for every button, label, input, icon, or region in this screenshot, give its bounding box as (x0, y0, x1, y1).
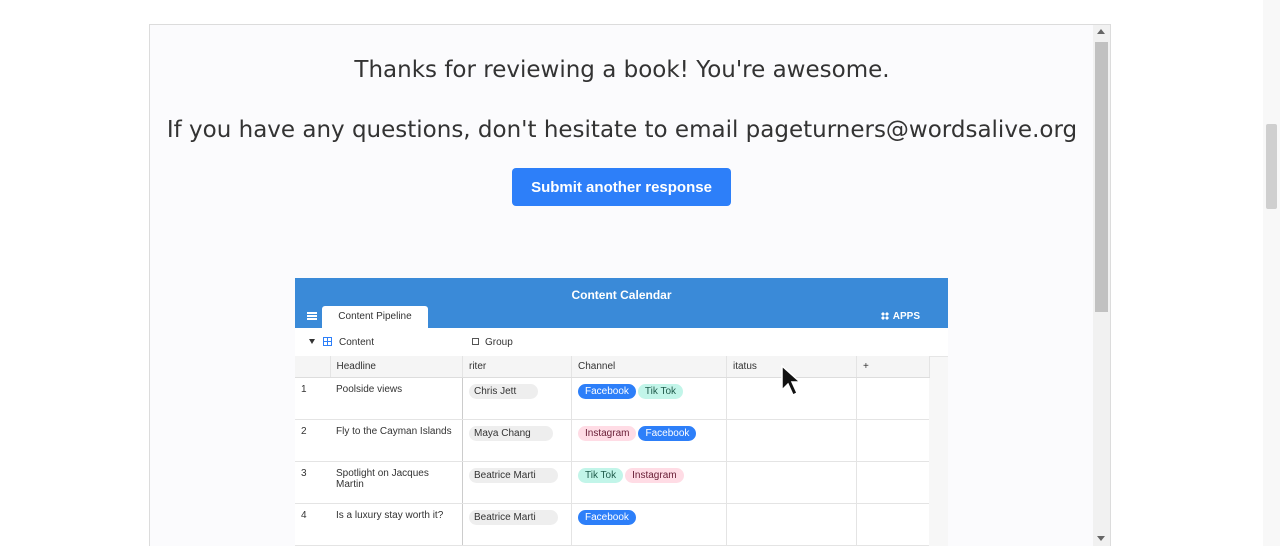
headline-cell: Spotlight on Jacques Martin (330, 461, 463, 504)
tab-content-pipeline: Content Pipeline (322, 306, 428, 328)
channel-cell: Instagram Facebook (571, 419, 727, 462)
content-calendar-preview: Content Calendar Content Pipeline APPS C… (295, 278, 948, 546)
mouse-cursor-icon (781, 364, 802, 397)
channel-pill: Facebook (578, 384, 636, 399)
view-name: Content (339, 337, 375, 348)
calendar-header: Content Calendar Content Pipeline APPS (295, 278, 948, 328)
column-header-channel: Channel (571, 356, 727, 378)
channel-pill: Tik Tok (637, 384, 684, 399)
group-label: Group (485, 337, 513, 348)
channel-pill: Tik Tok (578, 468, 624, 483)
table-row: 3 Spotlight on Jacques Martin Beatrice M… (295, 461, 929, 504)
column-header-headline: Headline (330, 356, 463, 378)
caret-down-icon (309, 339, 315, 344)
writer-pill: Chris Jett (469, 384, 539, 399)
row-number-header (295, 356, 331, 378)
writer-cell: Beatrice Marti (462, 503, 572, 546)
row-number: 4 (295, 503, 330, 546)
empty-cell (856, 503, 929, 546)
scrollbar-thumb[interactable] (1095, 42, 1108, 312)
writer-pill: Beatrice Marti (469, 510, 558, 525)
empty-cell (856, 377, 929, 420)
add-column-header: + (856, 356, 930, 378)
writer-cell: Chris Jett (462, 377, 572, 420)
row-number: 2 (295, 419, 330, 462)
page-scrollbar-thumb[interactable] (1266, 124, 1277, 209)
status-cell (726, 419, 857, 462)
table-row: 4 Is a luxury stay worth it? Beatrice Ma… (295, 503, 929, 546)
table-header-row: Headline riter Channel itatus + (295, 356, 930, 378)
scroll-down-icon[interactable] (1097, 536, 1105, 541)
group-icon (472, 338, 479, 345)
content-table: Headline riter Channel itatus + 1 Poolsi… (295, 356, 930, 546)
channel-cell: Facebook Tik Tok (571, 377, 727, 420)
channel-cell: Tik Tok Instagram (571, 461, 727, 504)
status-cell (726, 461, 857, 504)
headline-cell: Fly to the Cayman Islands (330, 419, 463, 462)
questions-message: If you have any questions, don't hesitat… (166, 117, 1078, 143)
grid-view-icon (323, 337, 332, 346)
table-row: 1 Poolside views Chris Jett Facebook Tik … (295, 377, 929, 420)
channel-cell: Facebook (571, 503, 727, 546)
view-toolbar: Content Group (295, 328, 948, 357)
empty-cell (856, 461, 929, 504)
submit-another-response-button[interactable]: Submit another response (512, 168, 731, 206)
row-number: 1 (295, 377, 330, 420)
form-confirmation-frame: Thanks for reviewing a book! You're awes… (149, 24, 1111, 546)
channel-pill: Facebook (638, 426, 697, 441)
scroll-up-icon[interactable] (1097, 29, 1105, 34)
apps-label: APPS (892, 311, 920, 322)
writer-cell: Beatrice Marti (462, 461, 572, 504)
writer-pill: Beatrice Marti (469, 468, 558, 483)
channel-pill: Facebook (578, 510, 636, 525)
channel-pill: Instagram (625, 468, 684, 483)
form-scrollbar[interactable] (1093, 25, 1110, 546)
apps-icon (880, 312, 889, 320)
table-row: 2 Fly to the Cayman Islands Maya Chang I… (295, 419, 929, 462)
channel-pill: Instagram (578, 426, 637, 441)
menu-icon (307, 312, 317, 320)
row-number: 3 (295, 461, 330, 504)
thanks-message: Thanks for reviewing a book! You're awes… (354, 57, 890, 83)
headline-cell: Poolside views (330, 377, 463, 420)
headline-cell: Is a luxury stay worth it? (330, 503, 463, 546)
page-scrollbar[interactable] (1263, 0, 1280, 546)
column-header-writer: riter (462, 356, 572, 378)
writer-cell: Maya Chang (462, 419, 572, 462)
empty-cell (856, 419, 929, 462)
apps-button: APPS (880, 311, 920, 322)
status-cell (726, 503, 857, 546)
writer-pill: Maya Chang (469, 426, 553, 441)
calendar-title: Content Calendar (571, 288, 672, 302)
